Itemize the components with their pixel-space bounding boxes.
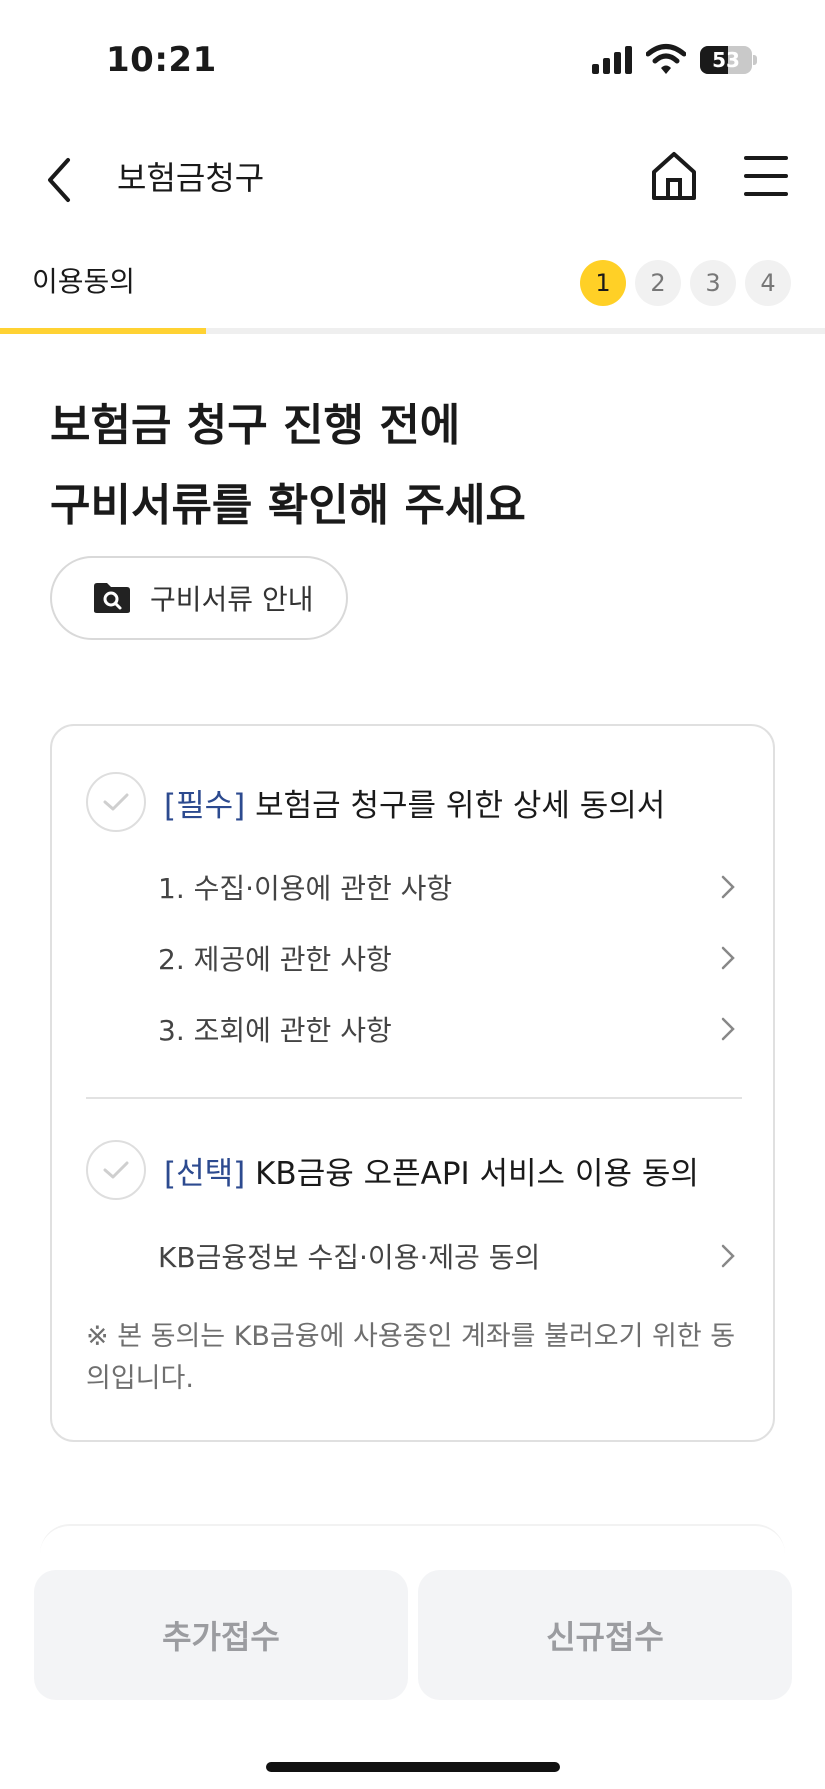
- consent-item-label: KB금융정보 수집·이용·제공 동의: [158, 1241, 541, 1274]
- consent-item-collection-use[interactable]: 1. 수집·이용에 관한 사항: [158, 862, 738, 912]
- status-bar: 10:21 53: [0, 0, 825, 120]
- check-icon: [103, 793, 129, 811]
- app-header: 보험금청구: [0, 130, 825, 230]
- status-time: 10:21: [106, 40, 217, 80]
- consent-card: [필수] 보험금 청구를 위한 상세 동의서 1. 수집·이용에 관한 사항 2…: [50, 724, 775, 1442]
- chevron-right-icon: [721, 1017, 735, 1041]
- required-consent-text: 보험금 청구를 위한 상세 동의서: [255, 787, 666, 824]
- optional-tag: [선택]: [164, 1155, 246, 1192]
- consent-item-kb-openapi[interactable]: KB금융정보 수집·이용·제공 동의: [158, 1231, 738, 1281]
- step-2: 2: [635, 260, 681, 306]
- chevron-right-icon: [721, 946, 735, 970]
- new-claim-button[interactable]: 신규접수: [418, 1570, 792, 1700]
- optional-consent-row[interactable]: [선택] KB금융 오픈API 서비스 이용 동의: [86, 1140, 699, 1200]
- step-indicator: 이용동의 1 2 3 4: [0, 250, 825, 334]
- step-progress-track: [0, 328, 825, 334]
- required-consent-title: [필수] 보험금 청구를 위한 상세 동의서: [164, 780, 665, 825]
- wifi-icon: [646, 44, 686, 74]
- required-tag: [필수]: [164, 787, 246, 824]
- optional-consent-text: KB금융 오픈API 서비스 이용 동의: [255, 1155, 699, 1192]
- step-4: 4: [745, 260, 791, 306]
- chevron-right-icon: [721, 1244, 735, 1268]
- required-consent-checkbox[interactable]: [86, 772, 146, 832]
- step-3: 3: [690, 260, 736, 306]
- bottom-sheet-edge: [40, 1524, 785, 1564]
- consent-item-inquiry[interactable]: 3. 조회에 관한 사항: [158, 1004, 738, 1054]
- chevron-left-icon[interactable]: [40, 154, 80, 206]
- home-icon[interactable]: [648, 148, 700, 204]
- step-progress-fill: [0, 328, 207, 334]
- chevron-right-icon: [721, 875, 735, 899]
- consent-item-label: 3. 조회에 관한 사항: [158, 1014, 392, 1047]
- consent-item-label: 2. 제공에 관한 사항: [158, 943, 392, 976]
- heading-line-2: 구비서류를 확인해 주세요: [50, 480, 526, 531]
- consent-note: ※ 본 동의는 KB금융에 사용중인 계좌를 불러오기 위한 동의입니다.: [86, 1321, 736, 1394]
- home-indicator[interactable]: [266, 1762, 560, 1772]
- step-dots: 1 2 3 4: [580, 260, 791, 306]
- step-1: 1: [580, 260, 626, 306]
- consent-item-provision[interactable]: 2. 제공에 관한 사항: [158, 933, 738, 983]
- page-title: 보험금청구: [117, 159, 265, 197]
- heading-line-1: 보험금 청구 진행 전에: [50, 400, 461, 451]
- main-heading: 보험금 청구 진행 전에 구비서류를 확인해 주세요: [50, 386, 770, 546]
- battery-body: 53: [700, 46, 752, 74]
- consent-divider: [86, 1097, 742, 1099]
- required-consent-row[interactable]: [필수] 보험금 청구를 위한 상세 동의서: [86, 772, 665, 832]
- battery-cap: [753, 55, 757, 65]
- battery-level: 53: [712, 48, 740, 72]
- hamburger-menu-icon[interactable]: [742, 154, 790, 198]
- required-documents-button[interactable]: 구비서류 안내: [50, 556, 348, 640]
- cellular-signal-icon: [592, 46, 632, 74]
- folder-search-icon: [94, 583, 130, 613]
- battery-indicator: 53: [700, 46, 757, 74]
- additional-claim-button[interactable]: 추가접수: [34, 1570, 408, 1700]
- optional-consent-checkbox[interactable]: [86, 1140, 146, 1200]
- consent-item-label: 1. 수집·이용에 관한 사항: [158, 872, 453, 905]
- required-documents-label: 구비서류 안내: [150, 583, 314, 616]
- check-icon: [103, 1161, 129, 1179]
- current-step-label: 이용동의: [32, 265, 136, 298]
- optional-consent-title: [선택] KB금융 오픈API 서비스 이용 동의: [164, 1148, 699, 1193]
